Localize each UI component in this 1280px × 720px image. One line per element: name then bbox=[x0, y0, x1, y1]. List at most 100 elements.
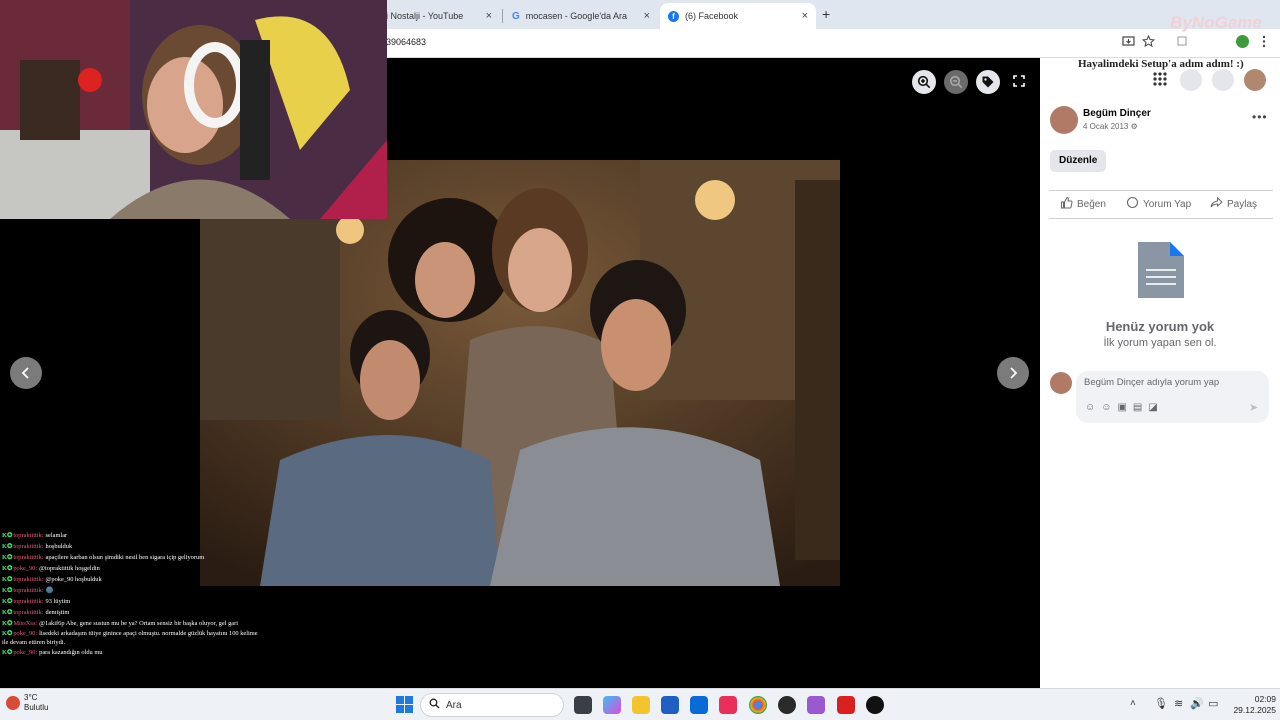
comment-input[interactable]: Begüm Dinçer adıyla yorum yap bbox=[1084, 377, 1219, 388]
edit-button[interactable]: Düzenle bbox=[1050, 150, 1107, 172]
chat-username: topraktittik: bbox=[13, 554, 44, 561]
microphone-icon[interactable]: 🎙 bbox=[1154, 697, 1168, 710]
install-app-icon[interactable] bbox=[1120, 35, 1136, 51]
account-avatar[interactable] bbox=[1244, 69, 1266, 91]
windows-start-icon[interactable] bbox=[396, 696, 413, 718]
chat-badge-icon: K✪ bbox=[2, 543, 13, 550]
previous-photo-button[interactable] bbox=[10, 357, 42, 389]
clock-time: 02:09 bbox=[1254, 694, 1276, 704]
obs-icon[interactable] bbox=[778, 696, 796, 714]
tag-photo-button[interactable] bbox=[976, 70, 1000, 94]
tiktok-icon[interactable] bbox=[719, 696, 737, 714]
search-label: Ara bbox=[446, 699, 462, 711]
menu-grid-icon[interactable] bbox=[1152, 71, 1168, 87]
tray-chevron-icon[interactable]: ˄ bbox=[1130, 698, 1136, 709]
author-name[interactable]: Begüm Dinçer bbox=[1083, 108, 1151, 119]
author-avatar[interactable] bbox=[1050, 106, 1078, 134]
tab-google[interactable]: G mocasen - Google'da Ara × bbox=[504, 3, 658, 29]
tiktok-live-icon[interactable] bbox=[866, 696, 884, 714]
chat-text: apaçilere karban olsun şimdiki nesil ben… bbox=[45, 554, 205, 561]
chrome-icon[interactable] bbox=[749, 696, 767, 714]
thumbs-up-icon bbox=[1060, 196, 1073, 212]
tab-title: i Nostalji - YouTube bbox=[386, 11, 464, 21]
google-icon: G bbox=[512, 10, 520, 22]
post-date-text: 4 Ocak 2013 bbox=[1083, 122, 1129, 131]
messenger-icon[interactable] bbox=[1180, 69, 1202, 91]
chat-text: @1akif6p Abe, gene sustun mu be ya? Orta… bbox=[39, 620, 239, 627]
empty-comments-subtitle: İlk yorum yapan sen ol. bbox=[1103, 337, 1217, 349]
camera-icon[interactable]: ▣ bbox=[1117, 402, 1126, 413]
tab-title: (6) Facebook bbox=[685, 11, 739, 21]
chat-text: 93 lüytim bbox=[45, 598, 71, 605]
fullscreen-icon[interactable] bbox=[1012, 74, 1026, 93]
taskbar: 3°C Bulutlu Ara ˄ 🎙 ≋ 🔊 ▭ 02:09 29.12.20… bbox=[0, 688, 1280, 720]
privacy-gear-icon: ⚙ bbox=[1130, 122, 1138, 131]
task-view-icon[interactable] bbox=[574, 696, 592, 714]
chat-badge-icon: K✪ bbox=[2, 532, 13, 539]
chat-username: topraktittik: bbox=[13, 576, 44, 583]
chat-text: hoşbulduk bbox=[45, 543, 73, 550]
file-explorer-icon[interactable] bbox=[632, 696, 650, 714]
gif-icon[interactable]: ▤ bbox=[1133, 402, 1142, 413]
share-label: Paylaş bbox=[1227, 198, 1258, 210]
avatar-sticker-icon[interactable]: ☺ bbox=[1085, 402, 1095, 413]
chat-text: 🌚 bbox=[45, 587, 54, 594]
chat-text: lisedeki arkadaşım tüiye ginince apaçi o… bbox=[2, 630, 258, 646]
chat-badge-icon: K✪ bbox=[2, 565, 13, 572]
new-tab-button[interactable]: + bbox=[822, 6, 830, 22]
webcam-illustration bbox=[0, 0, 387, 219]
next-photo-button[interactable] bbox=[997, 357, 1029, 389]
chat-badge-icon: K✪ bbox=[2, 609, 13, 616]
empty-document-icon bbox=[1136, 240, 1186, 305]
clock-date: 29.12.2025 bbox=[1233, 705, 1276, 715]
post-side-panel: Hayalimdeki Setup'a adım adım! :) Begüm … bbox=[1040, 58, 1280, 688]
sticker-icon[interactable]: ◪ bbox=[1148, 402, 1157, 413]
l-app-icon[interactable] bbox=[837, 696, 855, 714]
weather-widget[interactable]: 3°C Bulutlu bbox=[6, 693, 48, 713]
chevron-right-icon bbox=[1010, 367, 1018, 379]
zoom-in-icon bbox=[917, 75, 931, 89]
like-button[interactable]: Beğen bbox=[1060, 196, 1106, 212]
volume-icon[interactable]: 🔊 bbox=[1190, 697, 1204, 710]
share-arrow-icon bbox=[1210, 196, 1223, 212]
url-text[interactable]: 39064683 bbox=[386, 37, 426, 47]
emoji-icon[interactable]: ☺ bbox=[1101, 402, 1111, 413]
comment-composer[interactable]: Begüm Dinçer adıyla yorum yap ☺ ☺ ▣ ▤ ◪ … bbox=[1076, 371, 1269, 423]
chat-message: K✪topraktittik: demiştim bbox=[0, 607, 262, 618]
zoom-in-button[interactable] bbox=[912, 70, 936, 94]
search-icon bbox=[429, 698, 440, 712]
wifi-icon[interactable]: ≋ bbox=[1174, 697, 1183, 710]
chat-message: K✪topraktittik: 🌚 bbox=[0, 585, 262, 596]
tab-facebook[interactable]: f (6) Facebook × bbox=[660, 3, 816, 29]
weather-icon bbox=[6, 696, 20, 710]
zoom-out-icon bbox=[949, 75, 963, 89]
clock[interactable]: 02:09 29.12.2025 bbox=[1222, 694, 1276, 716]
photo-illustration bbox=[200, 160, 840, 586]
tab-close-icon[interactable]: × bbox=[486, 10, 492, 22]
copilot-icon[interactable] bbox=[603, 696, 621, 714]
bookmark-star-icon[interactable] bbox=[1140, 34, 1156, 51]
send-icon[interactable]: ➤ bbox=[1249, 401, 1258, 414]
tab-title: mocasen - Google'da Ara bbox=[525, 11, 628, 21]
gem-app-icon[interactable] bbox=[807, 696, 825, 714]
comment-button[interactable]: Yorum Yap bbox=[1126, 196, 1191, 212]
zoom-out-button[interactable] bbox=[944, 70, 968, 94]
outlook-icon[interactable] bbox=[690, 696, 708, 714]
divider bbox=[1049, 218, 1273, 219]
taskbar-search-box[interactable]: Ara bbox=[420, 693, 564, 717]
tag-icon bbox=[982, 76, 994, 88]
notifications-icon[interactable] bbox=[1212, 69, 1234, 91]
store-icon[interactable] bbox=[661, 696, 679, 714]
chat-text: @topraktittik hoşgeldin bbox=[39, 565, 100, 572]
tab-close-icon[interactable]: × bbox=[644, 10, 650, 22]
battery-icon[interactable]: ▭ bbox=[1208, 697, 1218, 710]
composer-toolbar: ☺ ☺ ▣ ▤ ◪ bbox=[1085, 402, 1158, 413]
tab-close-icon[interactable]: × bbox=[802, 10, 808, 22]
chevron-left-icon bbox=[21, 367, 29, 379]
post-options-icon[interactable]: ••• bbox=[1252, 110, 1268, 124]
webcam-overlay bbox=[0, 0, 387, 219]
chat-text: selamlar bbox=[45, 532, 68, 539]
post-photo[interactable] bbox=[200, 160, 840, 586]
share-button[interactable]: Paylaş bbox=[1210, 196, 1257, 212]
tab-youtube[interactable]: i Nostalji - YouTube × bbox=[378, 3, 500, 29]
